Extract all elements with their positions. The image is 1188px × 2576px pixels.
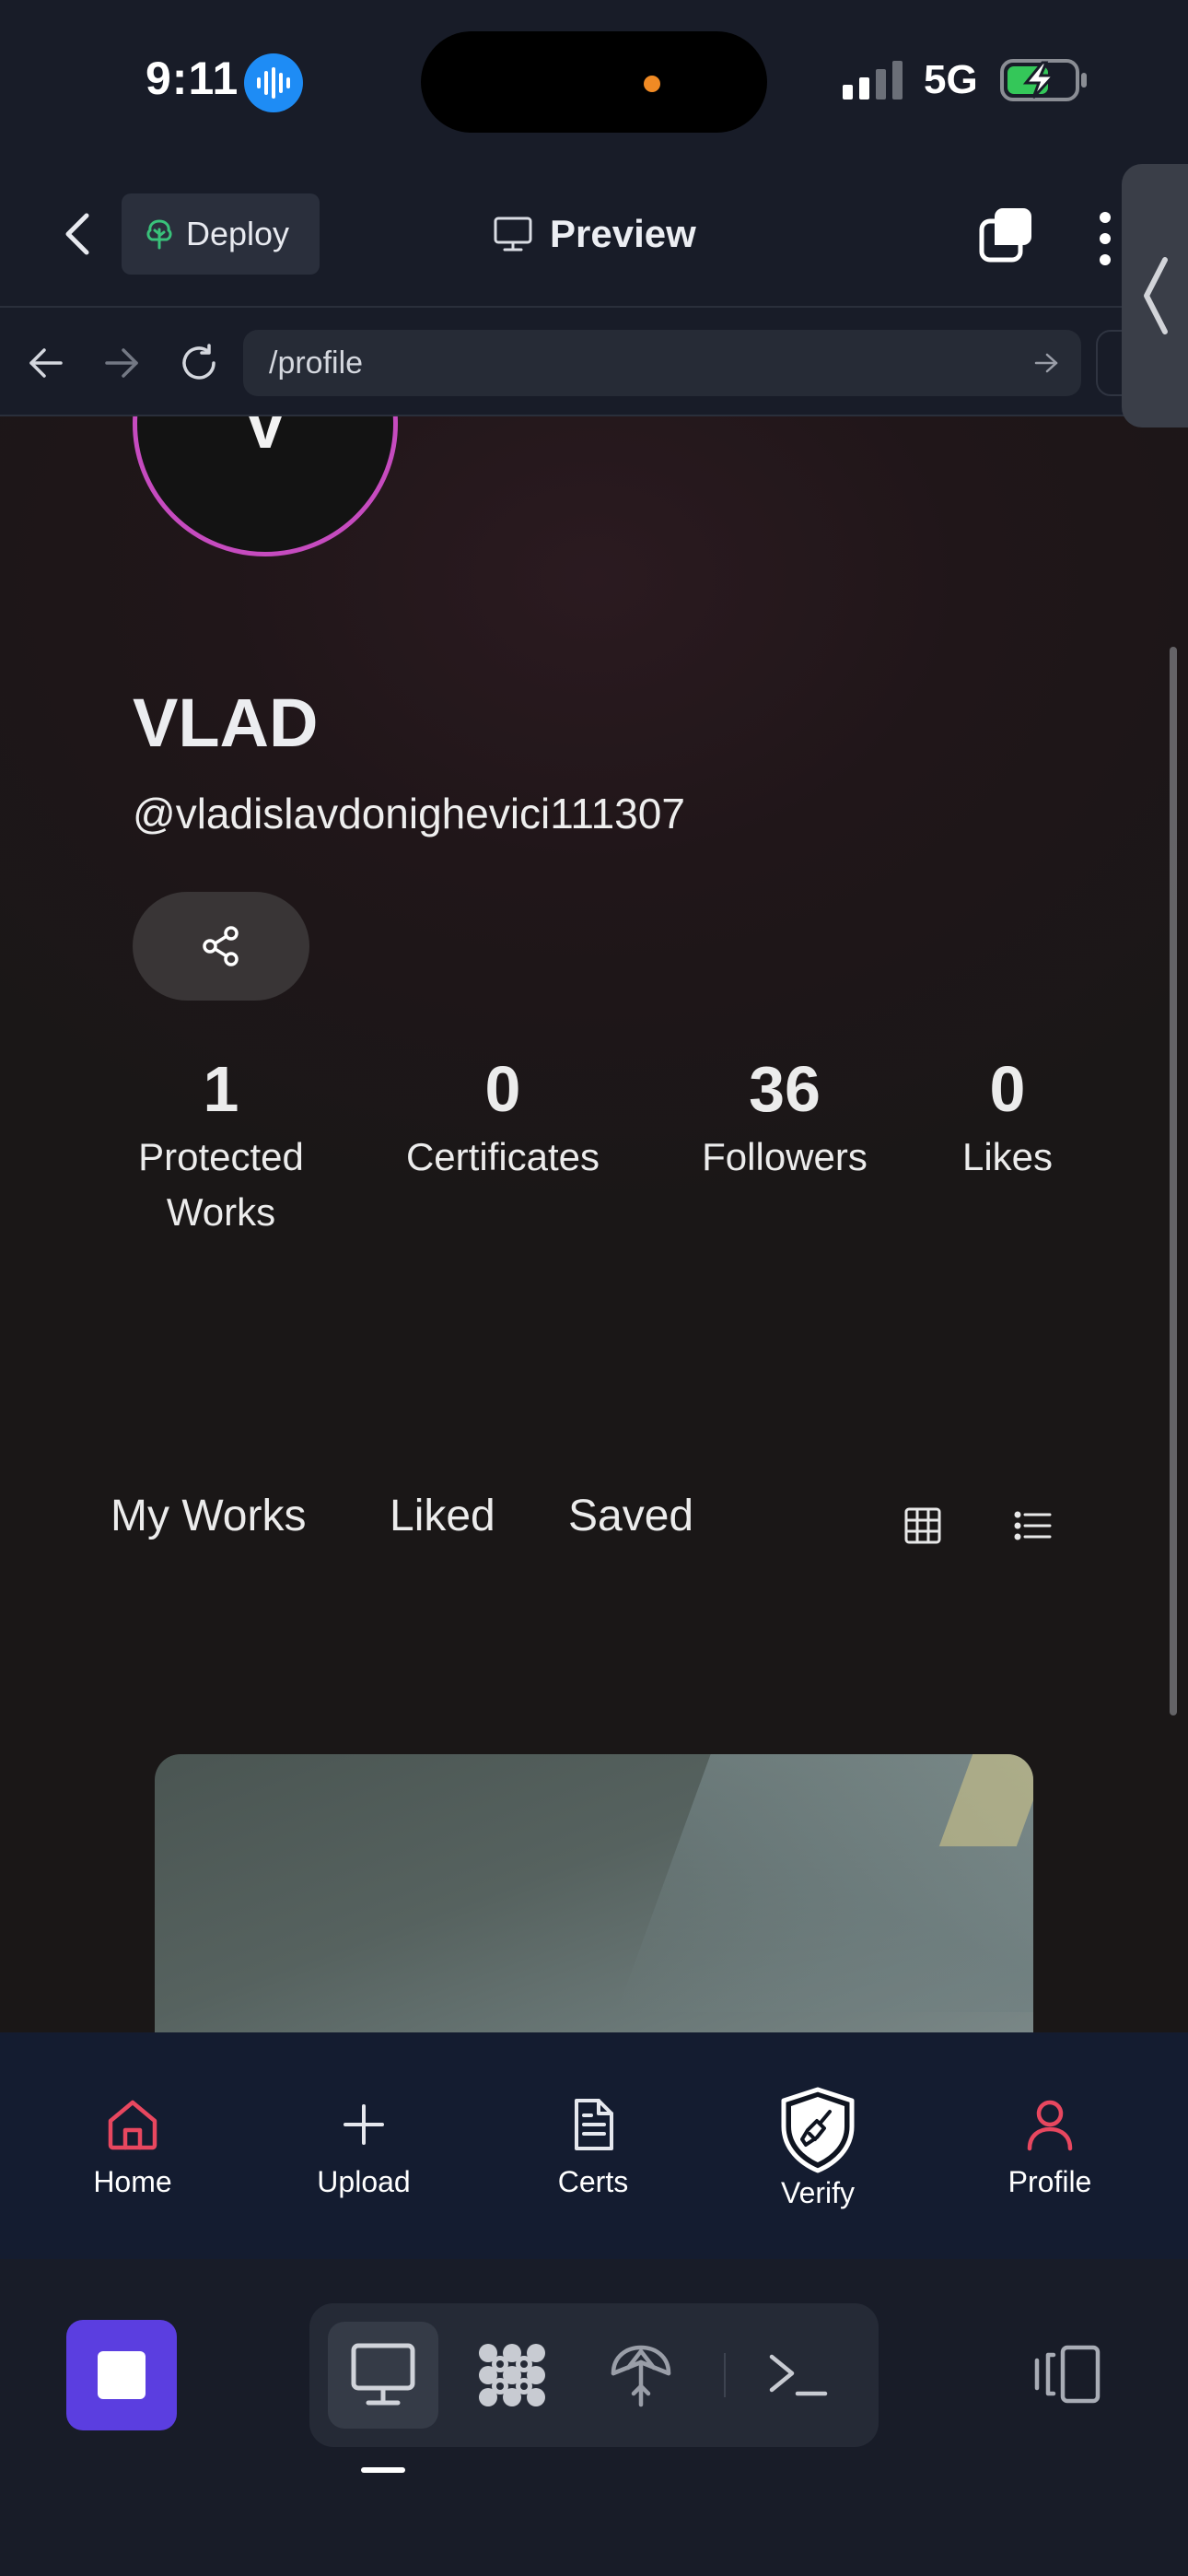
stat-label: Likes	[961, 1135, 1054, 1178]
plus-icon	[344, 2104, 384, 2145]
battery-charging-icon	[1000, 59, 1087, 101]
signal-icon	[843, 61, 903, 100]
list-icon[interactable]	[1013, 1505, 1054, 1546]
nav-label: Certs	[557, 2165, 629, 2198]
stat-label: Protected Works	[138, 1135, 304, 1234]
preview-label: Preview	[550, 212, 696, 255]
nav-label: Verify	[780, 2176, 856, 2209]
toolbar-divider	[724, 2353, 726, 2397]
profile-name: VLAD	[133, 685, 319, 761]
nav-verify[interactable]: Verify	[726, 2032, 910, 2259]
tab-my-works[interactable]: My Works	[111, 1491, 306, 1541]
grid-icon[interactable]	[903, 1505, 943, 1546]
share-button[interactable]	[133, 892, 309, 1001]
nav-certs[interactable]: Certs	[501, 2032, 685, 2259]
umbrella-icon[interactable]	[604, 2340, 678, 2410]
monitor-icon	[494, 217, 532, 252]
nav-upload[interactable]: Upload	[272, 2032, 456, 2259]
refresh-icon[interactable]	[179, 343, 219, 383]
chevron-left-icon[interactable]	[55, 206, 101, 262]
stop-button[interactable]	[66, 2320, 177, 2430]
profile-page: V VLAD @vladislavdonighevici111307 1 Pro…	[0, 416, 1188, 2032]
work-card[interactable]	[155, 1754, 1033, 2032]
url-input[interactable]: /profile	[243, 330, 1081, 396]
terminal-icon[interactable]	[761, 2340, 834, 2410]
nav-profile[interactable]: Profile	[958, 2032, 1142, 2259]
mode-switcher	[309, 2303, 879, 2447]
app-header: Deploy Preview	[0, 166, 1188, 306]
nav-label: Upload	[317, 2165, 411, 2198]
deploy-label: Deploy	[186, 215, 290, 252]
stat-protected-works[interactable]: 1 Protected Works	[123, 1052, 319, 1240]
network-type: 5G	[924, 57, 978, 102]
status-bar: 9:11 5G	[0, 0, 1188, 166]
scrollbar[interactable]	[1170, 647, 1177, 1715]
tab-saved[interactable]: Saved	[568, 1491, 693, 1541]
side-panel-tab[interactable]	[1122, 164, 1188, 427]
arrow-left-icon[interactable]	[26, 343, 66, 383]
recording-dot	[644, 76, 660, 92]
url-path: /profile	[269, 345, 364, 381]
nav-label: Profile	[1007, 2165, 1092, 2198]
nav-label: Home	[93, 2165, 172, 2198]
tab-liked[interactable]: Liked	[390, 1491, 495, 1541]
browser-toolbar: /profile	[0, 306, 1188, 416]
stat-value: 36	[749, 1053, 821, 1125]
stat-label: Certificates	[405, 1135, 600, 1178]
status-time: 9:11	[146, 53, 239, 104]
stat-likes[interactable]: 0 Likes	[947, 1052, 1068, 1185]
waveform-icon	[244, 53, 303, 112]
share-icon	[203, 926, 239, 966]
avatar-initial: V	[242, 416, 288, 463]
user-icon	[1027, 2100, 1073, 2151]
flower-icon[interactable]	[475, 2340, 549, 2410]
home-icon	[108, 2100, 157, 2150]
stat-value: 0	[989, 1053, 1026, 1125]
preview-title: Preview	[493, 206, 696, 262]
avatar[interactable]: V	[133, 416, 398, 556]
stat-followers[interactable]: 36 Followers	[681, 1052, 888, 1185]
tree-icon	[146, 219, 172, 250]
stat-certificates[interactable]: 0 Certificates	[383, 1052, 623, 1185]
arrow-right-icon[interactable]	[1033, 350, 1059, 376]
copy-icon[interactable]	[976, 205, 1037, 265]
stat-label: Followers	[702, 1135, 868, 1178]
document-icon	[575, 2099, 613, 2150]
panels-icon[interactable]	[1031, 2342, 1101, 2406]
system-toolbar	[0, 2259, 1188, 2576]
chevron-left-icon	[1144, 257, 1168, 334]
profile-handle: @vladislavdonighevici111307	[133, 790, 685, 837]
stat-value: 0	[484, 1053, 521, 1125]
arrow-right-icon[interactable]	[101, 343, 142, 383]
bottom-nav: Home Upload Certs Verify Profile	[0, 2032, 1188, 2259]
stop-icon	[98, 2351, 146, 2399]
deploy-button[interactable]: Deploy	[122, 193, 320, 275]
nav-home[interactable]: Home	[41, 2032, 225, 2259]
dynamic-island	[421, 31, 767, 133]
shield-brush-icon	[781, 2087, 855, 2173]
more-vertical-icon[interactable]	[1094, 206, 1116, 271]
active-mode-indicator	[361, 2467, 405, 2473]
stat-value: 1	[203, 1053, 239, 1125]
monitor-icon[interactable]	[346, 2340, 420, 2410]
